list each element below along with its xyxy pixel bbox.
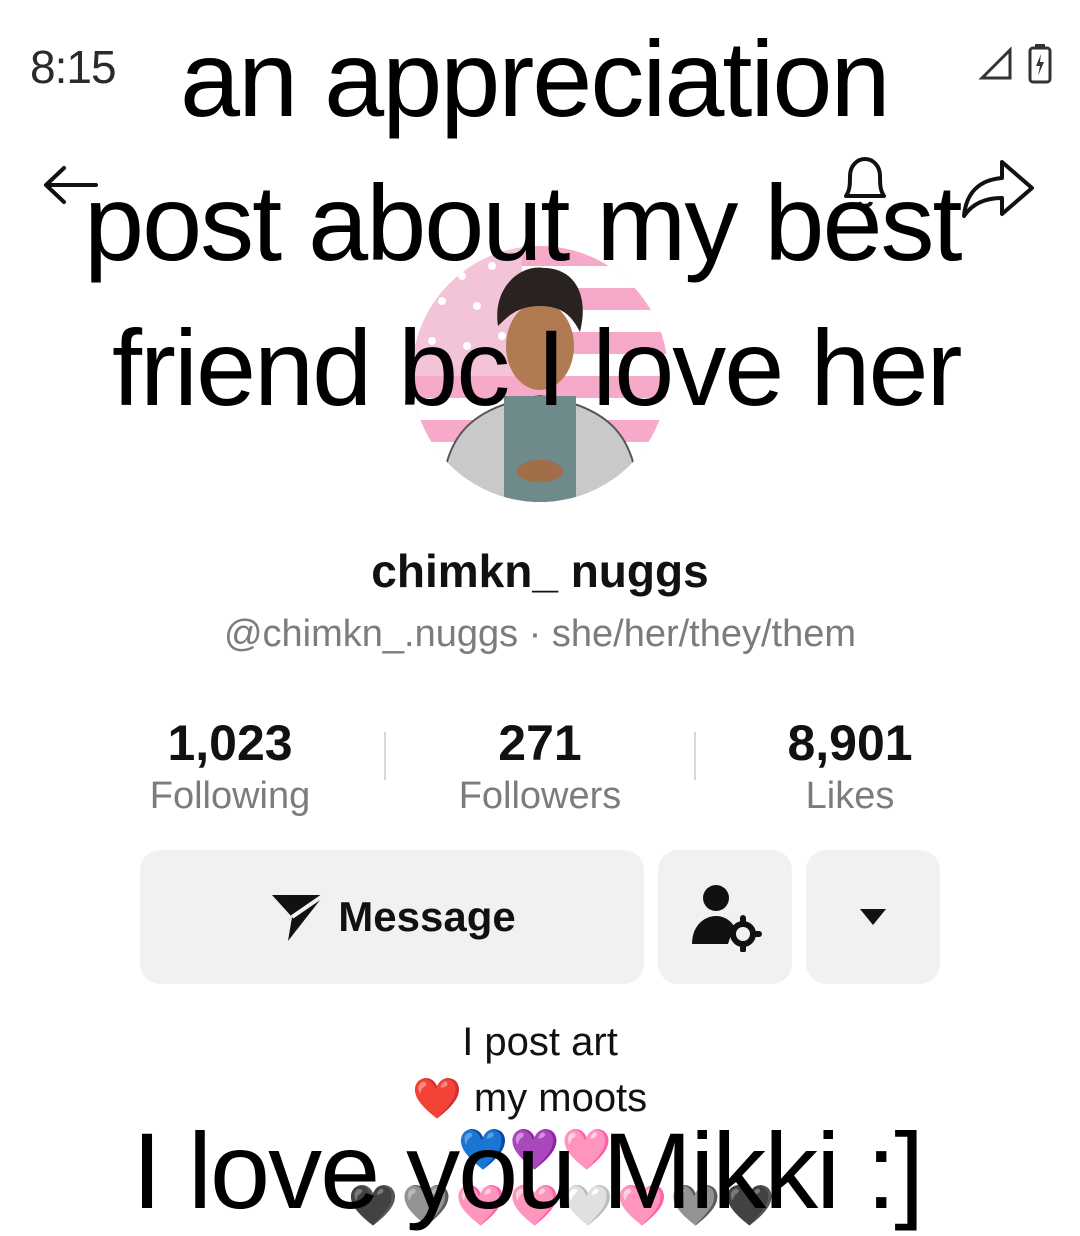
caption-line-1: an appreciation: [180, 18, 891, 139]
following-label: Following: [149, 775, 311, 817]
signal-icon: [978, 46, 1012, 80]
followers-count: 271: [498, 715, 582, 771]
message-label: Message: [338, 893, 516, 940]
message-button[interactable]: Message: [140, 850, 644, 984]
status-icons: [978, 44, 1052, 84]
handle-pronouns: @chimkn_.nuggs · she/her/they/them: [223, 613, 857, 655]
battery-icon: [1028, 44, 1052, 84]
more-options-button[interactable]: [806, 850, 940, 984]
stat-divider: [694, 732, 696, 780]
stat-divider: [384, 732, 386, 780]
dropdown-icon: [860, 909, 886, 925]
likes-label: Likes: [805, 775, 895, 817]
stat-likes[interactable]: 8,901 Likes: [700, 714, 1000, 820]
share-icon[interactable]: [958, 156, 1038, 225]
caption-bottom: I love you Mikki :]: [132, 1110, 924, 1231]
likes-count: 8,901: [787, 715, 913, 771]
stat-followers[interactable]: 271 Followers: [390, 714, 690, 820]
add-friend-settings-icon: [692, 885, 762, 952]
caption-line-3: friend bc I love her: [112, 307, 962, 428]
following-count: 1,023: [167, 715, 293, 771]
display-name: chimkn_ nuggs: [371, 545, 709, 597]
bio-line-1: I post art: [462, 1020, 618, 1064]
add-friend-button[interactable]: [658, 850, 792, 984]
stat-following[interactable]: 1,023 Following: [80, 714, 380, 820]
caption-line-2: post about my best: [84, 162, 963, 283]
status-time: 8:15: [30, 41, 117, 93]
message-icon: [272, 893, 326, 941]
followers-label: Followers: [458, 775, 622, 817]
